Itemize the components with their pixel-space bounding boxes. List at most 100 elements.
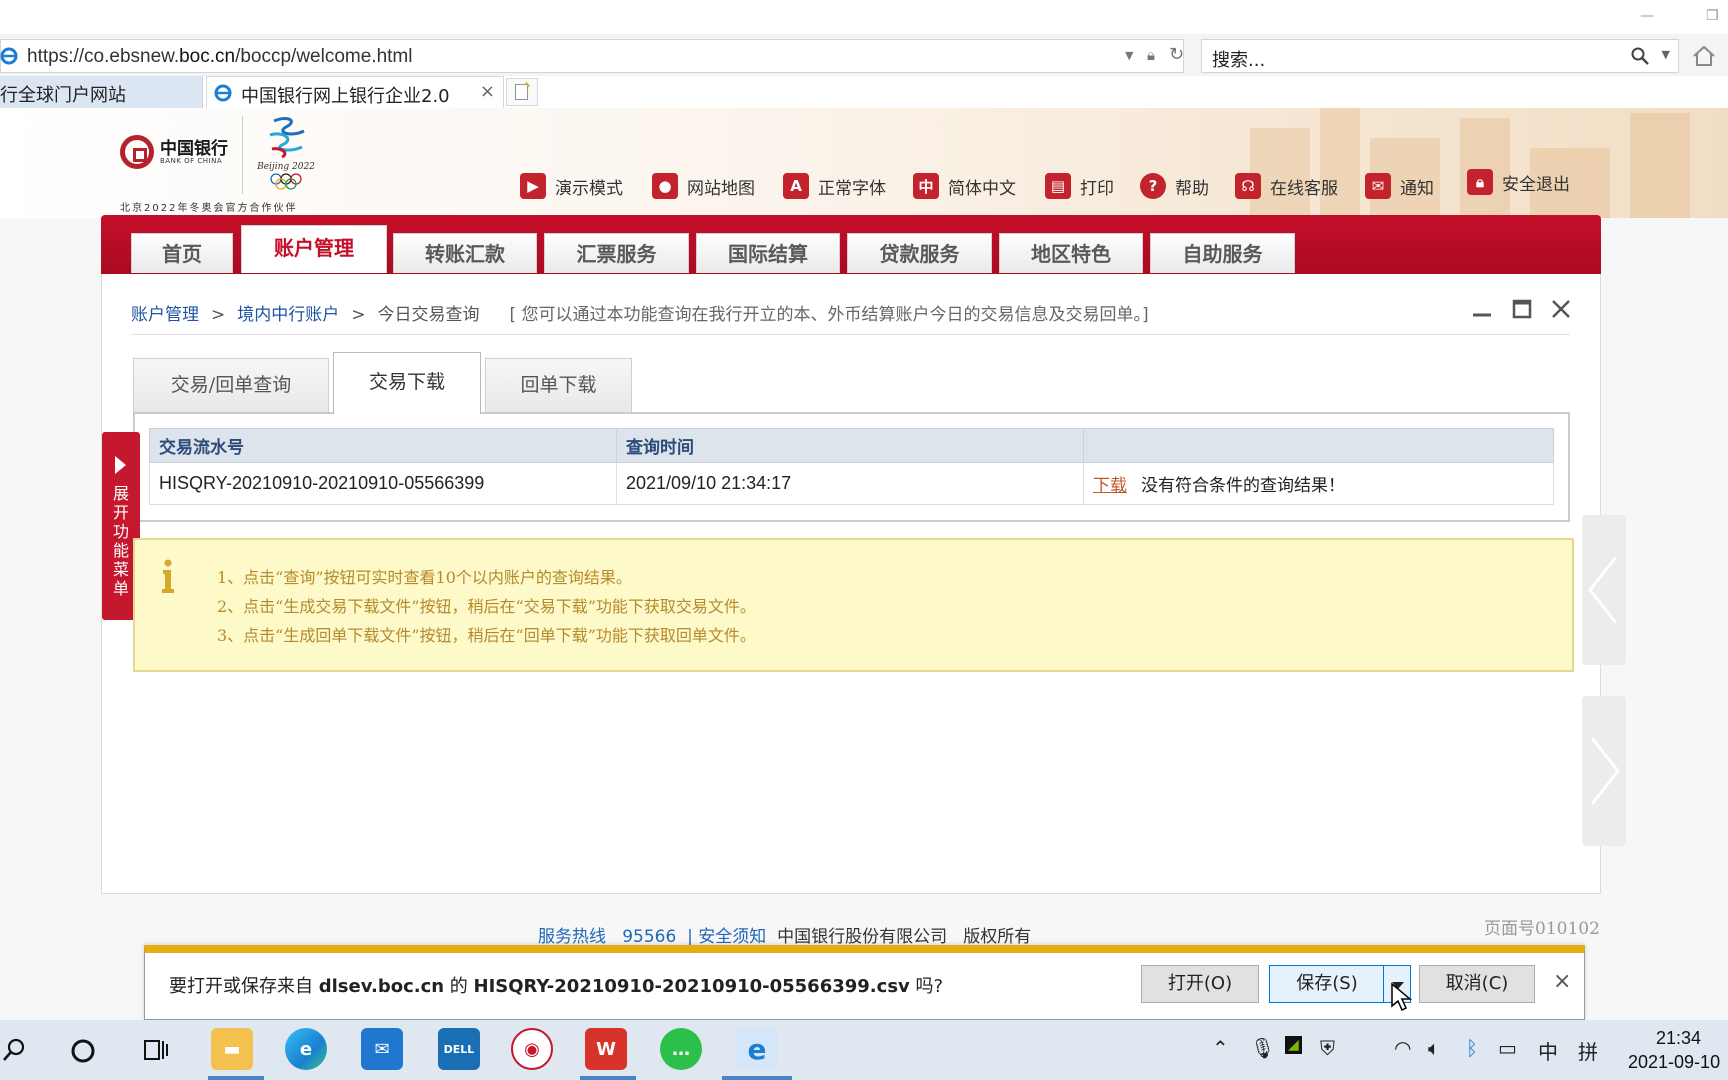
ie-icon bbox=[214, 84, 232, 102]
breadcrumb-separator: > bbox=[211, 305, 226, 325]
prev-arrow[interactable] bbox=[1582, 515, 1626, 665]
close-icon[interactable]: × bbox=[1553, 969, 1571, 994]
breadcrumb-domestic-account[interactable]: 境内中行账户 bbox=[237, 305, 339, 325]
main-nav: 首页 账户管理 转账汇款 汇票服务 国际结算 贷款服务 地区特色 自助服务 bbox=[101, 215, 1601, 275]
link-label: 演示模式 bbox=[555, 178, 623, 199]
open-button[interactable]: 打开(O) bbox=[1141, 965, 1259, 1003]
save-button[interactable]: 保存(S) bbox=[1269, 965, 1385, 1003]
edge-icon[interactable]: e bbox=[285, 1028, 327, 1070]
hotline-label[interactable]: 服务热线 bbox=[538, 927, 606, 947]
subtab-receipt-download[interactable]: 回单下载 bbox=[485, 358, 632, 412]
notification-link[interactable]: ✉ 通知 bbox=[1365, 172, 1434, 200]
download-link[interactable]: 下载 bbox=[1093, 476, 1127, 496]
address-bar[interactable]: https://co.ebsnew.boc.cn/boccp/welcome.h… bbox=[0, 39, 1184, 73]
cancel-button[interactable]: 取消(C) bbox=[1419, 965, 1535, 1003]
online-service-link[interactable]: ☊ 在线客服 bbox=[1235, 172, 1338, 200]
download-prompt: 要打开或保存来自 dlsev.boc.cn 的 HISQRY-20210910-… bbox=[169, 976, 944, 997]
link-label: 简体中文 bbox=[948, 178, 1016, 199]
info-line: 1、点击“查询”按钮可实时查看10个以内账户的查询结果。 bbox=[217, 568, 632, 587]
refresh-icon[interactable]: ↻ bbox=[1169, 44, 1184, 65]
shield-icon[interactable]: ⛨ bbox=[1320, 1036, 1335, 1060]
chevron-up-icon[interactable]: ⌃ bbox=[1212, 1036, 1229, 1060]
restore-icon[interactable]: ❐ bbox=[1706, 8, 1719, 24]
search-icon[interactable] bbox=[2, 1036, 28, 1064]
clock[interactable]: 21:34 2021-09-10 bbox=[1628, 1026, 1720, 1074]
nav-tab-draft[interactable]: 汇票服务 bbox=[544, 233, 689, 273]
nav-tab-regional[interactable]: 地区特色 bbox=[999, 233, 1143, 273]
ime-mode-indicator[interactable]: 拼 bbox=[1578, 1036, 1598, 1065]
nvidia-icon[interactable]: ◢ bbox=[1285, 1036, 1302, 1054]
chevron-right-icon bbox=[1590, 737, 1620, 805]
close-panel-icon[interactable] bbox=[1549, 297, 1573, 321]
browser-tab-boc[interactable]: 中国银行网上银行企业2.0 × bbox=[206, 76, 504, 108]
ime-indicator[interactable]: 中 bbox=[1538, 1036, 1558, 1065]
lock-icon[interactable]: 🔒︎ bbox=[1147, 46, 1155, 64]
battery-icon[interactable]: ▭ bbox=[1498, 1036, 1517, 1060]
nav-tab-account-management[interactable]: 账户管理 bbox=[241, 225, 387, 273]
side-menu-label: 展开功能菜单 bbox=[112, 484, 129, 598]
close-tab-icon[interactable]: × bbox=[480, 81, 495, 102]
ie-taskbar-icon[interactable]: e bbox=[736, 1028, 778, 1070]
next-arrow[interactable] bbox=[1582, 696, 1626, 846]
logout-link[interactable]: 🔒︎ 安全退出 bbox=[1467, 168, 1570, 196]
bank-of-china-logo[interactable]: 中国银行 BANK OF CHINA bbox=[120, 133, 242, 173]
search-dropdown-icon[interactable]: ▼ bbox=[1662, 48, 1670, 61]
subtab-query[interactable]: 交易/回单查询 bbox=[133, 358, 329, 412]
clock-time: 21:34 bbox=[1656, 1028, 1702, 1048]
svg-text:Beijing 2022: Beijing 2022 bbox=[256, 162, 315, 172]
nav-tab-self-service[interactable]: 自助服务 bbox=[1150, 233, 1295, 273]
col-time-header: 查询时间 bbox=[616, 428, 1084, 463]
dropdown-icon[interactable]: ▼ bbox=[1125, 49, 1133, 62]
wps-icon[interactable]: W bbox=[585, 1028, 627, 1070]
info-icon bbox=[162, 559, 174, 593]
home-icon[interactable] bbox=[1690, 42, 1718, 70]
tab-label: 中国银行网上银行企业2.0 bbox=[241, 86, 450, 107]
font-size-link[interactable]: A 正常字体 bbox=[783, 172, 886, 200]
minimize-panel-icon[interactable] bbox=[1470, 297, 1494, 321]
wechat-icon[interactable]: … bbox=[660, 1028, 702, 1070]
minimize-icon[interactable]: — bbox=[1640, 8, 1654, 24]
site-map-link[interactable]: ● 网站地图 bbox=[652, 172, 755, 200]
cortana-icon[interactable] bbox=[70, 1038, 96, 1064]
language-link[interactable]: 中简体中文 bbox=[913, 172, 1016, 200]
url-text[interactable]: https://co.ebsnew.boc.cn/boccp/welcome.h… bbox=[27, 46, 412, 68]
time-cell: 2021/09/10 21:34:17 bbox=[616, 462, 1084, 505]
search-input[interactable]: 搜索... bbox=[1212, 46, 1265, 72]
security-app-icon[interactable]: ◉ bbox=[511, 1028, 553, 1070]
volume-icon[interactable]: 🔈︎ bbox=[1428, 1036, 1440, 1060]
font-icon: A bbox=[783, 173, 809, 199]
task-view-icon[interactable] bbox=[142, 1036, 170, 1064]
mail-app-icon[interactable]: ✉ bbox=[361, 1028, 403, 1070]
nav-tab-international[interactable]: 国际结算 bbox=[696, 233, 840, 273]
wifi-icon[interactable]: ◠ bbox=[1394, 1036, 1411, 1060]
bluetooth-icon[interactable]: ᛒ bbox=[1466, 1036, 1478, 1060]
link-label: 通知 bbox=[1400, 178, 1434, 199]
browser-tab-strip: 行全球门户网站 中国银行网上银行企业2.0 × bbox=[0, 76, 1728, 108]
info-line: 2、点击“生成交易下载文件”按钮，稍后在“交易下载”功能下获取交易文件。 bbox=[217, 597, 756, 616]
printer-icon: ▤ bbox=[1045, 173, 1071, 199]
maximize-panel-icon[interactable] bbox=[1510, 297, 1534, 321]
col-action-header bbox=[1083, 428, 1554, 463]
nav-tab-loan[interactable]: 贷款服务 bbox=[847, 233, 992, 273]
active-indicator bbox=[208, 1076, 264, 1080]
info-box: 1、点击“查询”按钮可实时查看10个以内账户的查询结果。 2、点击“生成交易下载… bbox=[133, 538, 1574, 672]
help-link[interactable]: ? 帮助 bbox=[1140, 172, 1209, 200]
search-bar[interactable]: 搜索... ▼ bbox=[1201, 39, 1679, 73]
nav-tab-home[interactable]: 首页 bbox=[131, 233, 233, 273]
breadcrumb-account-management[interactable]: 账户管理 bbox=[131, 305, 199, 325]
file-explorer-icon[interactable]: ▬ bbox=[211, 1028, 253, 1070]
table-header-row: 交易流水号 查询时间 bbox=[149, 428, 1554, 463]
print-link[interactable]: ▤ 打印 bbox=[1045, 172, 1114, 200]
search-icon[interactable] bbox=[1630, 46, 1650, 66]
result-status: 没有符合条件的查询结果！ bbox=[1141, 476, 1345, 496]
nav-tab-transfer[interactable]: 转账汇款 bbox=[393, 233, 537, 273]
subtab-transaction-download[interactable]: 交易下载 bbox=[333, 352, 481, 414]
new-tab-icon[interactable] bbox=[506, 78, 538, 106]
demo-mode-link[interactable]: ▶ 演示模式 bbox=[520, 172, 623, 200]
link-label: 在线客服 bbox=[1270, 178, 1338, 199]
microphone-icon[interactable]: 🎙︎ bbox=[1250, 1036, 1275, 1060]
browser-tab-portal[interactable]: 行全球门户网站 bbox=[0, 76, 203, 108]
chevron-left-icon bbox=[1588, 556, 1618, 624]
security-notice-link[interactable]: | 安全须知 bbox=[687, 927, 766, 947]
dell-icon[interactable]: DELL bbox=[438, 1028, 480, 1070]
